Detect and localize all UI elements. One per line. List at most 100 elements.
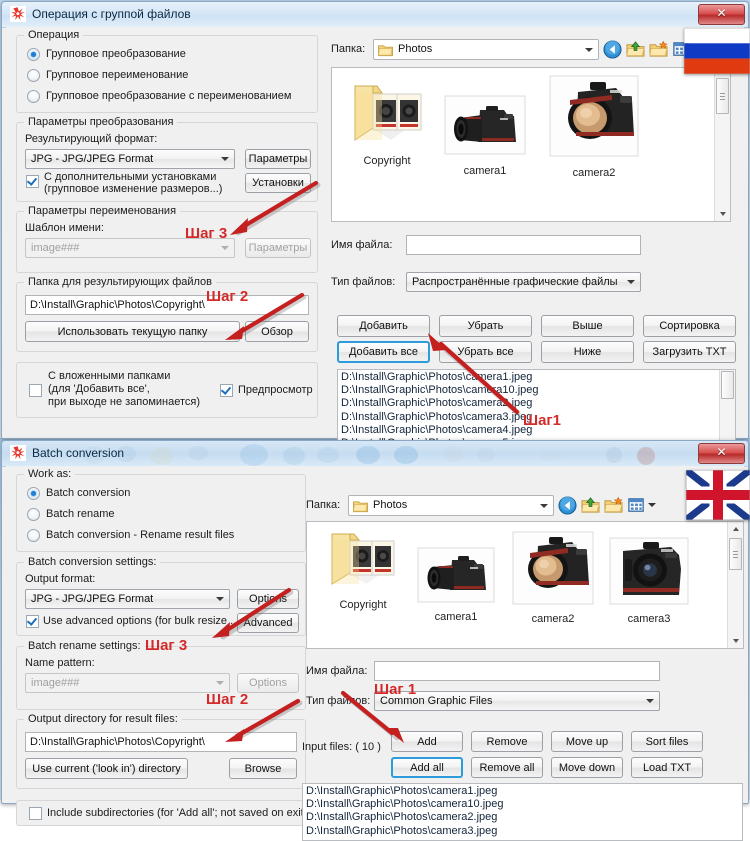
preview-checkbox-ru[interactable] — [220, 384, 233, 397]
thumbnail-item[interactable]: camera2 — [507, 530, 599, 625]
radio-batch-convert-ru[interactable] — [27, 48, 40, 61]
filename-label-ru: Имя файла: — [331, 239, 392, 251]
thumbnail-item[interactable]: camera3 — [603, 536, 695, 625]
titlebar-ru[interactable]: Операция с группой файлов ✕ — [2, 2, 748, 28]
groupbox-output-dir-en: Output directory for result files: D:\In… — [16, 719, 306, 789]
file-list-scrollbar-ru[interactable] — [719, 369, 735, 451]
use-current-dir-button-en[interactable]: Use current ('look in') directory — [25, 758, 188, 779]
remove-button-ru[interactable]: Убрать — [439, 315, 532, 337]
advanced-options-checkbox-en[interactable] — [26, 615, 39, 628]
browse-button-ru[interactable]: Обзор — [245, 321, 309, 342]
thumbnail-caption: Copyright — [321, 599, 405, 611]
up-folder-icon[interactable] — [581, 496, 600, 515]
groupbox-output-dir-caption-en: Output directory for result files: — [24, 713, 182, 725]
move-up-button-en[interactable]: Move up — [551, 731, 623, 752]
output-format-combo-en[interactable]: JPG - JPG/JPEG Format — [25, 589, 230, 609]
sort-files-button-ru[interactable]: Сортировка — [643, 315, 736, 337]
scrollbar-thumb[interactable] — [716, 78, 729, 114]
chevron-down-icon — [216, 597, 224, 601]
thumbnail-item[interactable]: Copyright — [321, 528, 405, 611]
back-icon[interactable] — [558, 496, 577, 515]
camera-thumbnail-icon — [606, 536, 692, 608]
file-list-item[interactable]: D:\Install\Graphic\Photos\camera10.jpeg — [306, 798, 739, 811]
file-list-item[interactable]: D:\Install\Graphic\Photos\camera2.jpeg — [306, 811, 739, 824]
output-dir-input-ru[interactable]: D:\Install\Graphic\Photos\Copyright\ — [25, 295, 309, 315]
scroll-up-arrow-icon[interactable] — [728, 522, 743, 536]
scrollbar-thumb[interactable] — [729, 538, 742, 570]
new-folder-icon[interactable] — [649, 40, 668, 59]
remove-all-button-ru[interactable]: Убрать все — [439, 341, 532, 363]
browser-scrollbar-en[interactable] — [727, 522, 743, 648]
radio-batch-rename-en[interactable] — [27, 508, 40, 521]
close-button-ru[interactable]: ✕ — [698, 4, 745, 25]
browse-button-en[interactable]: Browse — [229, 758, 297, 779]
thumbnail-item[interactable]: camera1 — [440, 94, 530, 177]
browser-scrollbar-ru[interactable] — [714, 68, 730, 221]
file-list-en[interactable]: D:\Install\Graphic\Photos\camera1.jpeg D… — [302, 783, 743, 841]
thumbnail-item[interactable]: camera2 — [544, 74, 644, 179]
remove-button-en[interactable]: Remove — [471, 731, 543, 752]
include-subdirs-checkbox-en[interactable] — [29, 807, 42, 820]
pattern-options-button-ru[interactable]: Параметры — [245, 238, 311, 258]
file-list-item[interactable]: D:\Install\Graphic\Photos\camera1.jpeg — [306, 785, 739, 798]
radio-batch-conversion-en[interactable] — [27, 487, 40, 500]
view-mode-dropdown-icon[interactable] — [648, 503, 656, 507]
folder-combo-en[interactable]: Photos — [348, 495, 554, 516]
move-down-button-en[interactable]: Move down — [551, 757, 623, 778]
filename-input-ru[interactable] — [406, 235, 641, 255]
load-txt-button-en[interactable]: Load TXT — [631, 757, 703, 778]
add-button-en[interactable]: Add — [391, 731, 463, 752]
include-subdirs-checkbox-ru[interactable] — [29, 384, 42, 397]
filename-input-en[interactable] — [374, 661, 660, 681]
radio-batch-rename-ru[interactable] — [27, 69, 40, 82]
use-current-dir-button-ru[interactable]: Использовать текущую папку — [25, 321, 240, 342]
view-mode-icon[interactable] — [627, 496, 646, 515]
move-up-button-ru[interactable]: Выше — [541, 315, 634, 337]
file-list-item[interactable]: D:\Install\Graphic\Photos\camera2.jpeg — [341, 397, 732, 410]
file-list-ru[interactable]: D:\Install\Graphic\Photos\camera1.jpeg D… — [337, 369, 736, 451]
remove-all-button-en[interactable]: Remove all — [471, 757, 543, 778]
thumbnail-item[interactable]: Copyright — [342, 80, 432, 167]
file-thumbnail-browser-en[interactable]: Copyright — [306, 521, 744, 649]
up-folder-icon[interactable] — [626, 40, 645, 59]
scrollbar-thumb[interactable] — [721, 371, 734, 399]
close-button-en[interactable]: ✕ — [698, 443, 745, 464]
format-options-button-en[interactable]: Options — [237, 589, 299, 609]
folder-icon — [353, 499, 368, 513]
name-pattern-combo-en[interactable]: image### — [25, 673, 230, 693]
output-format-combo-ru[interactable]: JPG - JPG/JPEG Format — [25, 149, 235, 169]
add-button-ru[interactable]: Добавить — [337, 315, 430, 337]
load-txt-button-ru[interactable]: Загрузить TXT — [643, 341, 736, 363]
move-down-button-ru[interactable]: Ниже — [541, 341, 634, 363]
scroll-down-arrow-icon[interactable] — [715, 207, 730, 221]
radio-batch-conversion-rename-en[interactable] — [27, 529, 40, 542]
filetype-combo-ru[interactable]: Распространённые графические файлы — [406, 272, 641, 292]
scroll-down-arrow-icon[interactable] — [728, 634, 743, 648]
advanced-settings-button-en[interactable]: Advanced — [237, 613, 299, 633]
file-list-item[interactable]: D:\Install\Graphic\Photos\camera1.jpeg — [341, 371, 732, 384]
folder-value-ru: Photos — [398, 43, 432, 55]
file-list-item[interactable]: D:\Install\Graphic\Photos\camera3.jpeg — [306, 825, 739, 838]
advanced-settings-button-ru[interactable]: Установки — [245, 173, 311, 193]
output-dir-input-en[interactable]: D:\Install\Graphic\Photos\Copyright\ — [25, 732, 297, 752]
filetype-label-ru: Тип файлов: — [331, 276, 395, 288]
folder-combo-ru[interactable]: Photos — [373, 39, 599, 60]
back-icon[interactable] — [603, 40, 622, 59]
chevron-down-icon — [646, 699, 654, 703]
pattern-options-button-en[interactable]: Options — [237, 673, 299, 693]
add-all-button-ru[interactable]: Добавить все — [337, 341, 430, 363]
file-thumbnail-browser-ru[interactable]: Copyright — [331, 67, 731, 222]
advanced-options-checkbox-ru[interactable] — [26, 175, 39, 188]
radio-batch-conversion-rename-label-en: Batch conversion - Rename result files — [46, 529, 234, 541]
window-batch-conversion-en: Batch conversion ✕ Work as: Batch conver… — [1, 440, 749, 804]
sort-files-button-en[interactable]: Sort files — [631, 731, 703, 752]
new-folder-icon[interactable] — [604, 496, 623, 515]
file-list-item[interactable]: D:\Install\Graphic\Photos\camera10.jpeg — [341, 384, 732, 397]
titlebar-en[interactable]: Batch conversion ✕ — [2, 441, 748, 467]
groupbox-work-as-caption-en: Work as: — [24, 468, 75, 480]
add-all-button-en[interactable]: Add all — [391, 757, 463, 778]
filetype-combo-en[interactable]: Common Graphic Files — [374, 691, 660, 711]
format-options-button-ru[interactable]: Параметры — [245, 149, 311, 169]
thumbnail-item[interactable]: camera1 — [413, 546, 499, 623]
radio-batch-convert-rename-ru[interactable] — [27, 90, 40, 103]
